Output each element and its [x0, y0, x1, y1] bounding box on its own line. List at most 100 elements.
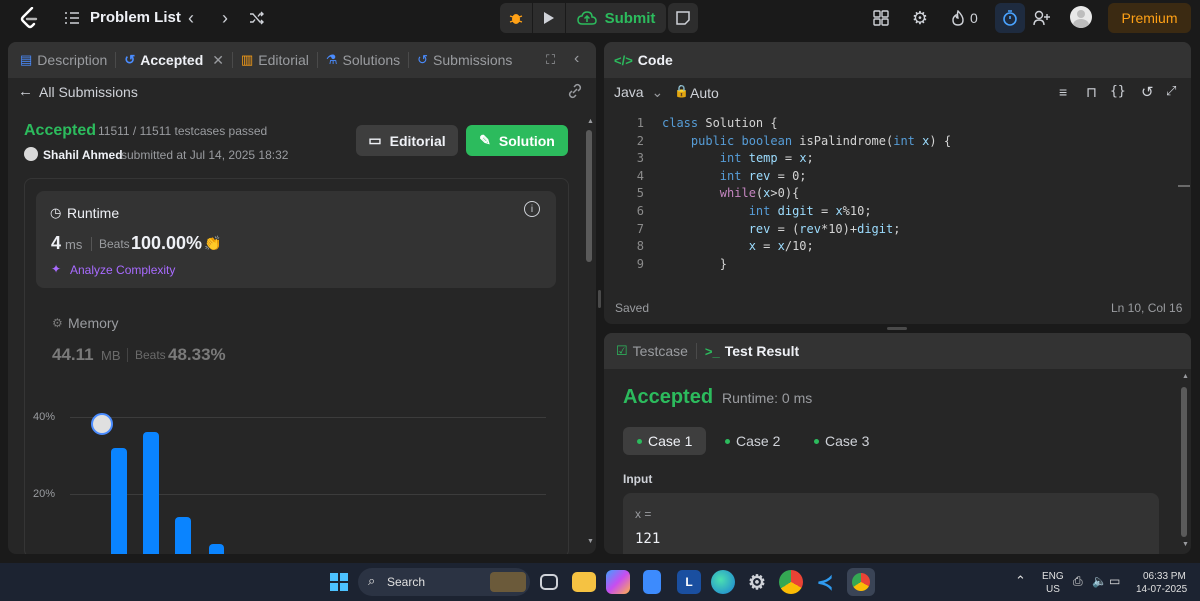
- user-avatar[interactable]: [24, 147, 38, 161]
- submitted-at: submitted at Jul 14, 2025 18:32: [121, 148, 289, 162]
- your-submission-marker[interactable]: [91, 413, 113, 435]
- maximize-icon[interactable]: ⛶: [546, 52, 555, 68]
- code-line[interactable]: 9 }: [604, 256, 1174, 274]
- code-line[interactable]: 4 int rev = 0;: [604, 168, 1174, 186]
- settings-icon[interactable]: ⚙: [745, 570, 769, 594]
- chrome-profile-icon[interactable]: [847, 568, 875, 596]
- code-line[interactable]: 6 int digit = x%10;: [604, 203, 1174, 221]
- timer-button[interactable]: [995, 3, 1025, 33]
- input-box[interactable]: x = 121: [623, 493, 1159, 554]
- code-line[interactable]: 8 x = x/10;: [604, 238, 1174, 256]
- reset-icon[interactable]: ↺: [1141, 83, 1154, 101]
- battery-icon[interactable]: ▭: [1109, 574, 1120, 588]
- flame-icon[interactable]: [948, 8, 968, 28]
- analyze-complexity-link[interactable]: Analyze Complexity: [70, 263, 175, 277]
- terminal-icon: >_: [704, 343, 720, 359]
- vscode-icon[interactable]: ≺: [813, 570, 837, 594]
- language-select[interactable]: Java ⌄: [614, 84, 663, 101]
- solution-button[interactable]: ✎ Solution: [466, 125, 568, 156]
- test-scrollbar[interactable]: ▲ ▼: [1181, 373, 1189, 551]
- add-user-icon[interactable]: [1032, 8, 1052, 28]
- chrome-icon[interactable]: [779, 570, 803, 594]
- horizontal-splitter[interactable]: [887, 327, 907, 330]
- memory-label[interactable]: Memory: [68, 315, 119, 331]
- search-label: Search: [387, 575, 426, 589]
- close-icon[interactable]: ✕: [212, 52, 224, 69]
- distribution-chart: 40% 20%: [25, 389, 565, 554]
- editorial-button[interactable]: ▭ Editorial: [356, 125, 458, 156]
- play-icon: [544, 12, 554, 24]
- runtime-value: 4: [51, 233, 62, 253]
- collapse-icon[interactable]: ‹: [574, 50, 579, 68]
- task-view-icon[interactable]: [540, 574, 558, 590]
- tab-accepted[interactable]: ↺ Accepted ✕: [116, 42, 232, 78]
- line-code: int digit = x%10;: [748, 204, 872, 218]
- tab-code[interactable]: </> Code: [604, 42, 681, 78]
- line-code: }: [662, 256, 728, 271]
- list-icon[interactable]: [62, 8, 82, 28]
- tab-testcase[interactable]: ☑ Testcase: [604, 333, 696, 369]
- input-label: Input: [623, 472, 653, 486]
- tab-description[interactable]: ▤ Description: [8, 42, 115, 78]
- vertical-splitter[interactable]: [598, 290, 601, 308]
- windows-start-icon[interactable]: [330, 573, 348, 591]
- distribution-bar[interactable]: [209, 544, 224, 554]
- code-line[interactable]: 7 rev = (rev*10)+digit;: [604, 221, 1174, 239]
- network-icon[interactable]: ⎙: [1073, 574, 1083, 589]
- clock-date[interactable]: 14-07-2025: [1136, 584, 1187, 595]
- edge-icon[interactable]: [711, 570, 735, 594]
- run-button[interactable]: [533, 3, 565, 33]
- tab-test-result[interactable]: >_ Test Result: [697, 333, 807, 369]
- file-explorer-icon[interactable]: [572, 572, 596, 592]
- problem-list-link[interactable]: Problem List: [90, 9, 181, 26]
- copilot-icon[interactable]: [606, 570, 630, 594]
- case-3-tab[interactable]: Case 3: [800, 427, 883, 455]
- tab-submissions[interactable]: ↺ Submissions: [409, 42, 520, 78]
- format-icon[interactable]: ≡: [1059, 84, 1067, 100]
- auto-mode[interactable]: Auto: [690, 85, 719, 101]
- code-editor[interactable]: 1 class Solution {2 public boolean isPali…: [604, 115, 1174, 283]
- chevron-left-icon[interactable]: ‹: [181, 8, 201, 28]
- left-scrollbar[interactable]: ▲ ▼: [586, 118, 594, 548]
- shuffle-icon[interactable]: [247, 8, 267, 28]
- clock-time[interactable]: 06:33 PM: [1143, 571, 1186, 582]
- chevron-right-icon[interactable]: ›: [215, 8, 235, 28]
- bookmark-icon[interactable]: ⊓: [1086, 84, 1097, 101]
- user-name[interactable]: Shahil Ahmed: [43, 148, 123, 162]
- tab-editorial[interactable]: ▥ Editorial: [233, 42, 317, 78]
- gear-icon[interactable]: ⚙: [910, 8, 930, 28]
- avatar[interactable]: [1070, 6, 1092, 28]
- code-line[interactable]: 3 int temp = x;: [604, 150, 1174, 168]
- case-2-tab[interactable]: Case 2: [711, 427, 794, 455]
- app-l-icon[interactable]: L: [677, 570, 701, 594]
- premium-button[interactable]: Premium: [1108, 3, 1191, 33]
- runtime-card[interactable]: ◷ Runtime i 4 ms Beats 100.00% 👏 ✦ Analy…: [36, 191, 556, 288]
- back-arrow-icon[interactable]: ←: [18, 83, 33, 100]
- volume-icon[interactable]: 🔈: [1092, 574, 1107, 588]
- notes-button[interactable]: [668, 3, 698, 33]
- distribution-bar[interactable]: [143, 432, 159, 554]
- clock-icon: ◷: [50, 205, 62, 220]
- code-line[interactable]: 2 public boolean isPalindrome(int x) {: [604, 133, 1174, 151]
- share-link-icon[interactable]: [566, 82, 584, 100]
- all-submissions-link[interactable]: All Submissions: [39, 84, 138, 100]
- submit-button[interactable]: Submit: [566, 3, 666, 33]
- distribution-bar[interactable]: [111, 447, 127, 554]
- layout-icon[interactable]: [871, 8, 891, 28]
- distribution-bar[interactable]: [175, 517, 191, 554]
- code-line[interactable]: 5 while(x>0){: [604, 185, 1174, 203]
- search-highlight-icon: [490, 572, 526, 592]
- notepad-icon[interactable]: [643, 570, 661, 594]
- leetcode-logo-icon[interactable]: [18, 6, 42, 30]
- taskbar-search[interactable]: ⌕ Search: [358, 568, 530, 596]
- case-1-tab[interactable]: Case 1: [623, 427, 707, 455]
- info-icon[interactable]: i: [524, 201, 540, 217]
- tray-chevron-icon[interactable]: ⌃: [1015, 573, 1026, 589]
- expand-icon[interactable]: ⤢: [1166, 83, 1176, 99]
- debug-button[interactable]: [500, 3, 532, 33]
- tab-solutions[interactable]: ⚗ Solutions: [318, 42, 408, 78]
- language-bottom[interactable]: US: [1046, 584, 1060, 595]
- code-line[interactable]: 1 class Solution {: [604, 115, 1174, 133]
- braces-icon[interactable]: {}: [1110, 84, 1126, 99]
- language-top[interactable]: ENG: [1042, 571, 1064, 582]
